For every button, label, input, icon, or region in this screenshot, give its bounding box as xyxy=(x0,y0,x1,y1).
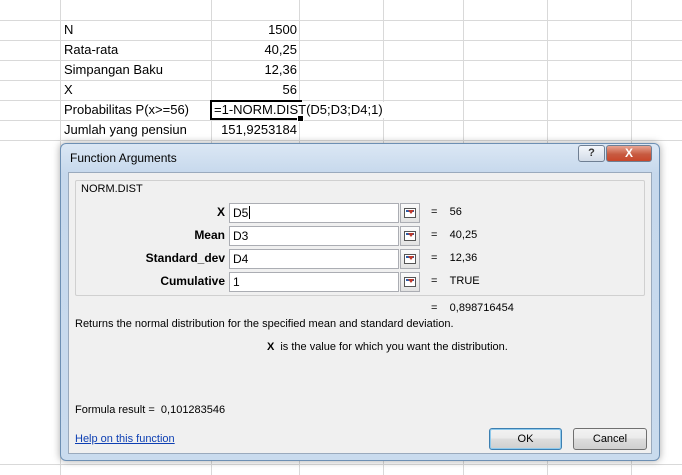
argument-input-x[interactable]: D5 xyxy=(229,203,399,223)
row-border xyxy=(0,464,682,465)
text-caret xyxy=(249,206,251,219)
function-arguments-dialog: Function Arguments ? X NORM.DIST X D5 = … xyxy=(60,143,660,461)
argument-result-value: 56 xyxy=(449,206,462,218)
ok-button[interactable]: OK xyxy=(489,428,562,450)
collapse-dialog-icon[interactable] xyxy=(400,203,420,223)
argument-result-value: 40,25 xyxy=(449,229,478,241)
argument-value: D4 xyxy=(233,252,249,266)
argument-value: 1 xyxy=(233,275,240,289)
argument-description-name: X xyxy=(267,341,275,353)
argument-input-mean[interactable]: D3 xyxy=(229,226,399,246)
argument-result-value: 12,36 xyxy=(449,252,478,264)
argument-input-cumulative[interactable]: 1 xyxy=(229,272,399,292)
cell-value-retired[interactable]: 151,9253184 xyxy=(212,120,297,140)
argument-result: = 56 xyxy=(431,206,462,218)
cell-label-mean[interactable]: Rata-rata xyxy=(64,40,118,60)
function-name: NORM.DIST xyxy=(81,183,143,195)
help-button[interactable]: ? xyxy=(578,145,605,162)
cell-value-x[interactable]: 56 xyxy=(212,80,297,100)
cell-label-stdev[interactable]: Simpangan Baku xyxy=(64,60,163,80)
row-border xyxy=(0,80,682,81)
function-result-value: 0,898716454 xyxy=(449,302,514,314)
argument-label: X xyxy=(216,205,225,219)
argument-description: Xis the value for which you want the dis… xyxy=(267,341,508,353)
collapse-dialog-icon[interactable] xyxy=(400,272,420,292)
row-border xyxy=(0,140,682,141)
argument-row-mean: Mean D3 = 40,25 xyxy=(69,226,649,246)
collapse-dialog-icon[interactable] xyxy=(400,249,420,269)
cancel-button[interactable]: Cancel xyxy=(573,428,647,450)
argument-result-value: TRUE xyxy=(449,275,480,287)
argument-input-standard-dev[interactable]: D4 xyxy=(229,249,399,269)
row-border xyxy=(0,20,682,21)
argument-label: Mean xyxy=(194,228,225,242)
argument-row-x: X D5 = 56 xyxy=(69,203,649,223)
argument-value: D3 xyxy=(233,229,249,243)
argument-row-cumulative: Cumulative 1 = TRUE xyxy=(69,272,649,292)
function-result: = 0,898716454 xyxy=(431,302,514,314)
cell-label-retired[interactable]: Jumlah yang pensiun xyxy=(64,120,187,140)
cell-value-stdev[interactable]: 12,36 xyxy=(212,60,297,80)
argument-row-standard-dev: Standard_dev D4 = 12,36 xyxy=(69,249,649,269)
argument-value: D5 xyxy=(233,206,249,220)
collapse-dialog-icon[interactable] xyxy=(400,226,420,246)
dialog-title: Function Arguments xyxy=(70,151,177,165)
cell-label-n[interactable]: N xyxy=(64,20,73,40)
argument-result: = 12,36 xyxy=(431,252,478,264)
cell-label-probability[interactable]: Probabilitas P(x>=56) xyxy=(64,100,189,120)
formula-result-label: Formula result = xyxy=(75,404,155,416)
argument-result: = TRUE xyxy=(431,275,480,287)
close-button[interactable]: X xyxy=(606,145,652,162)
argument-label: Standard_dev xyxy=(145,251,225,265)
function-description: Returns the normal distribution for the … xyxy=(75,318,454,330)
argument-result: = 40,25 xyxy=(431,229,478,241)
cell-value-mean[interactable]: 40,25 xyxy=(212,40,297,60)
cell-label-x[interactable]: X xyxy=(64,80,73,100)
dialog-content: NORM.DIST X D5 = 56 Mean D3 = 40,25 Stan… xyxy=(68,172,652,454)
fill-handle[interactable] xyxy=(297,115,304,122)
active-cell[interactable]: =1-NORM.DIST(D5;D3;D4;1) xyxy=(210,100,385,122)
dialog-titlebar[interactable]: Function Arguments ? X xyxy=(61,144,659,172)
formula-result: Formula result = 0,101283546 xyxy=(75,404,225,416)
argument-label: Cumulative xyxy=(160,274,225,288)
cell-value-n[interactable]: 1500 xyxy=(212,20,297,40)
argument-description-text: is the value for which you want the dist… xyxy=(280,341,508,353)
formula-result-value: 0,101283546 xyxy=(160,404,226,416)
help-on-function-link[interactable]: Help on this function xyxy=(75,433,175,445)
